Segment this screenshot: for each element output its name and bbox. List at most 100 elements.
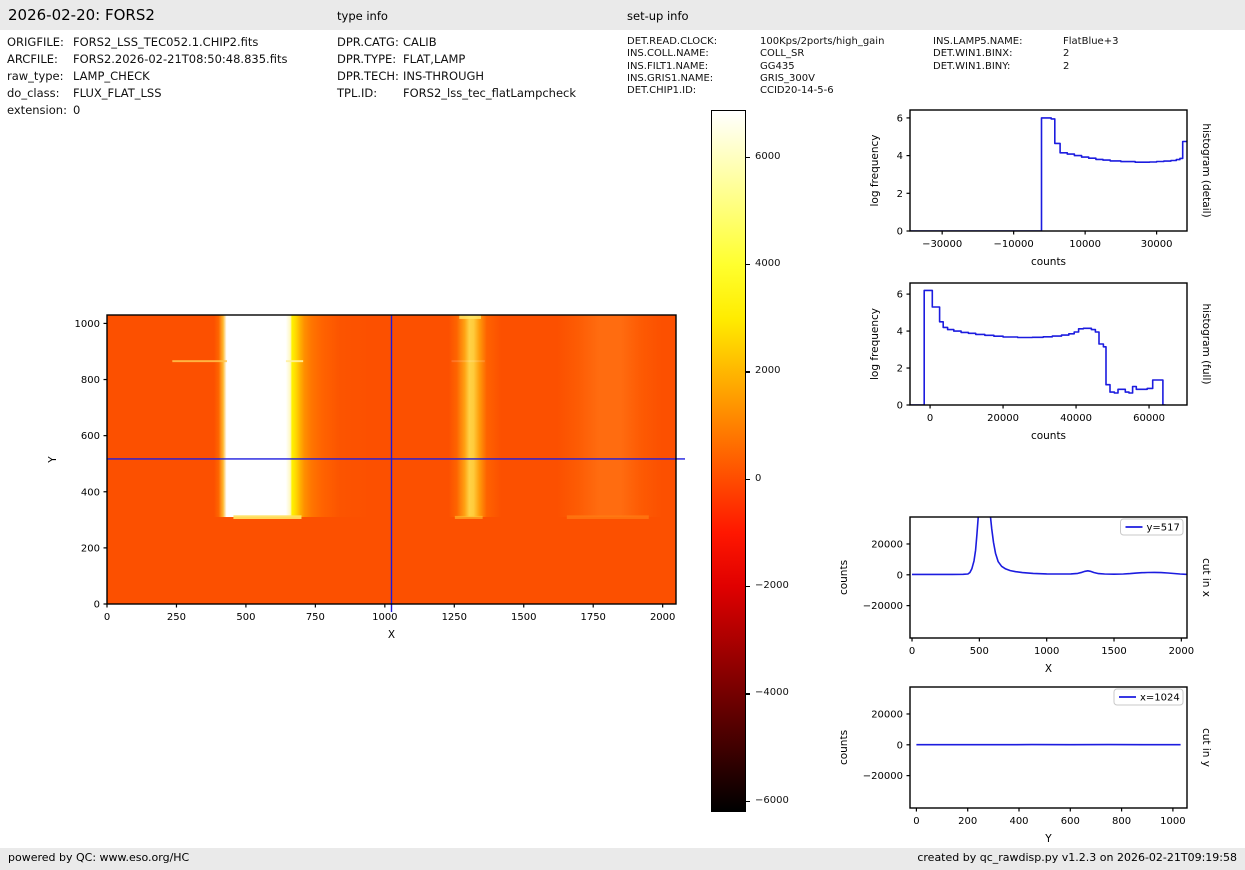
x-tick-label: 10000: [1069, 239, 1101, 250]
right-axis-label: cut in y: [1200, 728, 1212, 767]
colorbar-tick-label: 0: [755, 473, 761, 484]
x-tick-label: 60000: [1133, 413, 1165, 424]
y-tick-label: 0: [897, 401, 903, 412]
plot-frame: [910, 110, 1187, 231]
info-row: do_class:FLUX_FLAT_LSS: [7, 85, 287, 102]
y-axis-label: log frequency: [869, 308, 881, 380]
info-value: FLUX_FLAT_LSS: [73, 85, 162, 102]
page-title: 2026-02-20: FORS2: [8, 6, 155, 24]
setup-info-heading: set-up info: [627, 9, 689, 23]
info-label: INS.COLL.NAME:: [627, 48, 760, 60]
colorbar-tick-label: −6000: [755, 795, 789, 806]
info-value: FORS2_lss_tec_flatLampcheck: [403, 85, 576, 102]
info-label: DPR.TECH:: [337, 68, 403, 85]
streak: [172, 360, 227, 362]
info-value: 2: [1063, 61, 1069, 73]
x-tick-label: 0: [927, 413, 933, 424]
file-info-block: ORIGFILE:FORS2_LSS_TEC052.1.CHIP2.fits A…: [7, 34, 287, 119]
info-row: TPL.ID:FORS2_lss_tec_flatLampcheck: [337, 85, 576, 102]
x-axis-label: counts: [1031, 430, 1066, 442]
setup-info-block-2: INS.LAMP5.NAME:FlatBlue+3 DET.WIN1.BINX:…: [933, 36, 1118, 73]
colorbar-tick: [746, 371, 750, 372]
x-tick-label: 500: [970, 646, 989, 657]
streak: [452, 360, 485, 362]
info-value: 100Kps/2ports/high_gain: [760, 36, 884, 48]
y-tick-label: 0: [897, 740, 903, 751]
info-value: FORS2_LSS_TEC052.1.CHIP2.fits: [73, 34, 258, 51]
x-tick-label: 0: [909, 646, 915, 657]
x-axis-label: counts: [1031, 256, 1066, 268]
info-label: INS.GRIS1.NAME:: [627, 73, 760, 85]
slit-band-500: [214, 315, 371, 517]
info-row: DPR.TYPE:FLAT,LAMP: [337, 51, 576, 68]
colorbar-tick: [746, 693, 750, 694]
type-info-heading: type info: [337, 9, 388, 23]
info-row: DET.WIN1.BINY:2: [933, 61, 1118, 73]
info-value: FORS2.2026-02-21T08:50:48.835.fits: [73, 51, 287, 68]
colorbar-tick: [746, 479, 750, 480]
y-tick-label: −20000: [863, 601, 903, 612]
y-axis-label: Y: [47, 456, 59, 464]
right-axis-label: cut in x: [1200, 558, 1212, 597]
x-tick-label: 2000: [1169, 646, 1194, 657]
legend-label: x=1024: [1140, 693, 1180, 704]
slit-band-1800: [557, 315, 663, 517]
info-label: INS.FILT1.NAME:: [627, 61, 760, 73]
x-tick-label: 0: [104, 612, 110, 623]
x-tick-label: 1500: [511, 612, 536, 623]
y-tick-label: −20000: [863, 771, 903, 782]
x-axis-label: Y: [1044, 833, 1052, 845]
x-tick-label: 250: [167, 612, 186, 623]
info-row: extension:0: [7, 102, 287, 119]
cut_x-curve: [912, 503, 1188, 574]
y-tick-label: 20000: [871, 539, 903, 550]
info-row: ORIGFILE:FORS2_LSS_TEC052.1.CHIP2.fits: [7, 34, 287, 51]
info-label: DPR.TYPE:: [337, 51, 403, 68]
x-tick-label: 1750: [580, 612, 605, 623]
info-value: 2: [1063, 48, 1069, 60]
info-label: TPL.ID:: [337, 85, 403, 102]
x-axis-label: X: [388, 629, 395, 641]
y-tick-label: 2: [897, 189, 903, 200]
streak: [233, 515, 301, 519]
info-row: raw_type:LAMP_CHECK: [7, 68, 287, 85]
info-row: ARCFILE:FORS2.2026-02-21T08:50:48.835.fi…: [7, 51, 287, 68]
hist_full-curve: [910, 290, 1166, 405]
setup-info-block-1: DET.READ.CLOCK:100Kps/2ports/high_gain I…: [627, 36, 884, 97]
info-label: do_class:: [7, 85, 73, 102]
y-tick-label: 0: [897, 227, 903, 238]
x-tick-label: 1250: [442, 612, 467, 623]
info-label: DET.WIN1.BINY:: [933, 61, 1063, 73]
info-label: DET.WIN1.BINX:: [933, 48, 1063, 60]
colorbar-tick: [746, 157, 750, 158]
x-tick-label: 1000: [372, 612, 397, 623]
y-tick-label: 200: [81, 543, 100, 554]
y-axis-label: log frequency: [869, 134, 881, 206]
info-label: extension:: [7, 102, 73, 119]
info-row: INS.COLL.NAME:COLL_SR: [627, 48, 884, 60]
y-tick-label: 6: [897, 113, 903, 124]
info-label: ORIGFILE:: [7, 34, 73, 51]
colorbar-tick-label: 6000: [755, 151, 780, 162]
right-axis-label: histogram (full): [1200, 304, 1212, 385]
plot-frame: [910, 283, 1187, 405]
y-tick-label: 6: [897, 290, 903, 301]
streak: [286, 360, 303, 362]
y-tick-label: 4: [897, 151, 903, 162]
x-tick-label: 30000: [1141, 239, 1173, 250]
info-value: INS-THROUGH: [403, 68, 484, 85]
footer-left-text: powered by QC: www.eso.org/HC: [8, 851, 189, 864]
info-value: 0: [73, 102, 80, 119]
y-tick-label: 0: [897, 570, 903, 581]
x-tick-label: −30000: [922, 239, 962, 250]
info-value: FlatBlue+3: [1063, 36, 1118, 48]
info-label: DPR.CATG:: [337, 34, 403, 51]
y-tick-label: 400: [81, 487, 100, 498]
x-tick-label: 1500: [1101, 646, 1126, 657]
x-tick-label: 400: [1009, 816, 1028, 827]
y-tick-label: 800: [81, 375, 100, 386]
y-axis-label: counts: [840, 730, 850, 765]
info-label: INS.LAMP5.NAME:: [933, 36, 1063, 48]
x-tick-label: 500: [236, 612, 255, 623]
info-row: DET.WIN1.BINX:2: [933, 48, 1118, 60]
